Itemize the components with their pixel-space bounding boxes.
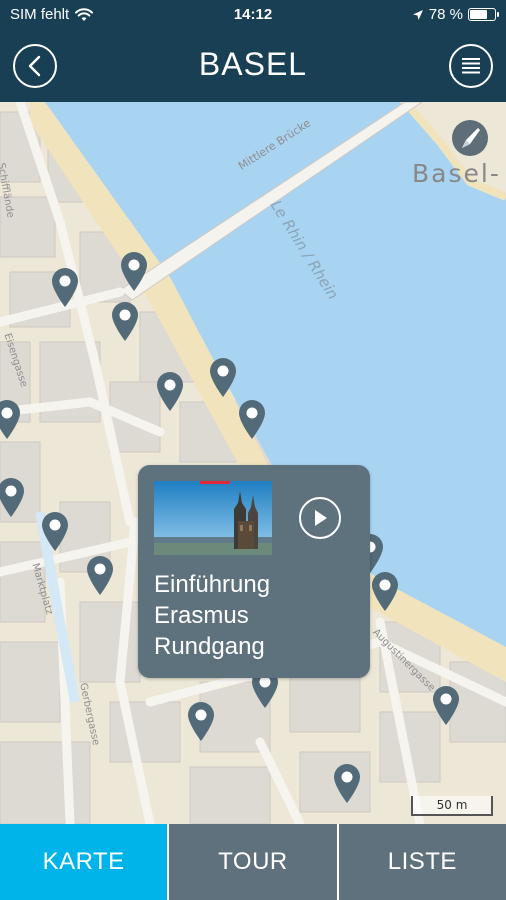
- menu-button[interactable]: [449, 44, 493, 88]
- map-pin[interactable]: [237, 398, 267, 440]
- town-label: Basel-: [412, 159, 501, 188]
- status-right: 78 %: [412, 6, 499, 23]
- tour-title: Einführung Erasmus Rundgang: [154, 569, 354, 662]
- map-pin-icon: [157, 372, 183, 411]
- map-pin-icon: [334, 764, 360, 803]
- play-icon: [315, 510, 327, 526]
- map-pin[interactable]: [208, 356, 238, 398]
- bottom-tab-bar: KARTE TOUR LISTE: [0, 824, 506, 900]
- cathedral-image: [154, 481, 272, 555]
- tab-liste[interactable]: LISTE: [338, 824, 506, 900]
- compass-icon[interactable]: [450, 118, 490, 158]
- menu-list-icon: [462, 58, 480, 74]
- battery-percent: 78 %: [428, 6, 463, 23]
- play-button[interactable]: [299, 497, 341, 539]
- map-pin[interactable]: [0, 476, 26, 518]
- map-pin[interactable]: [85, 554, 115, 596]
- map-pin[interactable]: [186, 700, 216, 742]
- location-arrow-icon: [412, 9, 423, 20]
- map-pin[interactable]: [0, 398, 22, 440]
- map-pin-icon: [0, 478, 24, 517]
- status-bar: SIM fehlt 14:12 78 %: [0, 0, 506, 30]
- tour-title-line-2: Erasmus: [154, 602, 249, 629]
- app-header: BASEL: [0, 30, 506, 102]
- map-pin-icon: [112, 302, 138, 341]
- tab-tour[interactable]: TOUR: [169, 824, 337, 900]
- map-pin-icon: [210, 358, 236, 397]
- map-pin[interactable]: [370, 570, 400, 612]
- tour-title-line-3: Rundgang: [154, 633, 265, 660]
- map-pin-icon: [433, 686, 459, 725]
- map-pin-icon: [52, 268, 78, 307]
- map-pin-icon: [87, 556, 113, 595]
- battery-fill: [470, 10, 487, 19]
- map-pin-icon: [372, 572, 398, 611]
- map-pin-icon: [121, 252, 147, 291]
- map-pin[interactable]: [155, 370, 185, 412]
- map-scale: 50 m: [411, 796, 493, 816]
- tab-karte[interactable]: KARTE: [0, 824, 168, 900]
- battery-icon: [468, 8, 499, 21]
- map-pin-icon: [188, 702, 214, 741]
- map-pin[interactable]: [332, 762, 362, 804]
- page-title: BASEL: [198, 46, 308, 82]
- map-view[interactable]: Mittlere Brücke Le Rhin / Rhein Basel- M…: [0, 102, 506, 824]
- tour-thumbnail: [154, 481, 272, 555]
- map-pin[interactable]: [50, 266, 80, 308]
- map-pin-icon: [42, 512, 68, 551]
- tour-popup[interactable]: Einführung Erasmus Rundgang: [138, 465, 370, 678]
- map-pin[interactable]: [431, 684, 461, 726]
- map-pin-icon: [239, 400, 265, 439]
- tour-title-line-1: Einführung: [154, 571, 271, 598]
- map-pin[interactable]: [110, 300, 140, 342]
- map-pin[interactable]: [40, 510, 70, 552]
- map-pin-icon: [0, 400, 20, 439]
- map-pin[interactable]: [119, 250, 149, 292]
